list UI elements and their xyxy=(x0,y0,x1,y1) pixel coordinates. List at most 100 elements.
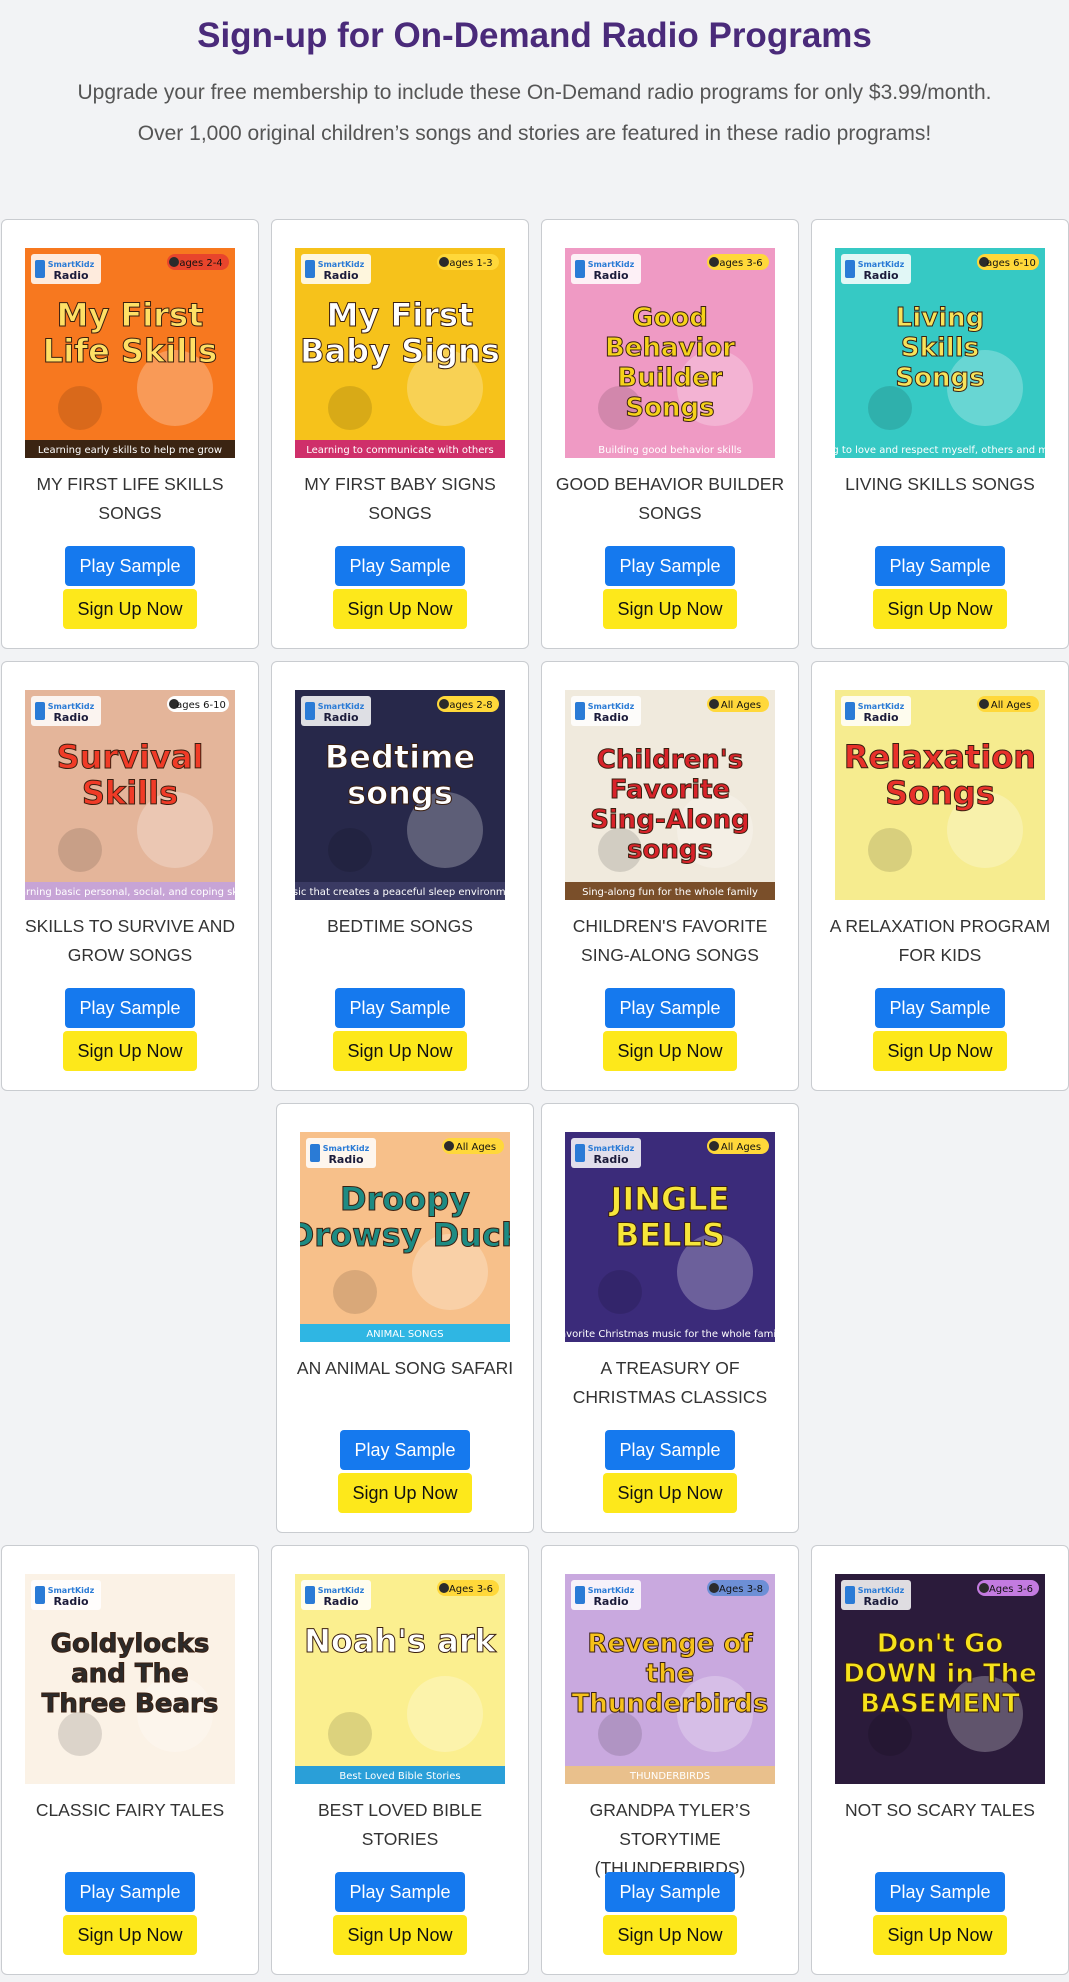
svg-text:ages 6-10: ages 6-10 xyxy=(986,258,1036,269)
album-cover-image[interactable]: SmartKidz Radio ages 6-10 Survival Skills… xyxy=(25,690,235,900)
svg-text:Baby Signs: Baby Signs xyxy=(300,332,500,370)
play-sample-button[interactable]: Play Sample xyxy=(340,1430,470,1470)
play-sample-button[interactable]: Play Sample xyxy=(65,546,195,586)
svg-text:Goldylocks: Goldylocks xyxy=(51,1629,210,1659)
svg-text:Sing-Along: Sing-Along xyxy=(590,805,750,835)
svg-text:Songs: Songs xyxy=(625,393,714,423)
program-card-my-first-baby-signs-songs: SmartKidz Radio ages 1-3 My First Baby Si… xyxy=(271,219,529,649)
svg-text:Radio: Radio xyxy=(593,269,629,282)
album-cover-image[interactable]: SmartKidz Radio ages 2-4 My First Life Sk… xyxy=(25,248,235,458)
sign-up-now-button[interactable]: Sign Up Now xyxy=(63,1031,197,1071)
svg-text:SmartKidz: SmartKidz xyxy=(318,1586,365,1595)
svg-text:Survival: Survival xyxy=(57,738,204,776)
svg-text:SmartKidz: SmartKidz xyxy=(588,260,635,269)
album-cover-image[interactable]: SmartKidz Radio Ages 3-6 Noah's ark Best… xyxy=(295,1574,505,1784)
svg-text:Learning to communicate with o: Learning to communicate with others xyxy=(306,445,494,456)
program-title: GOOD BEHAVIOR BUILDER SONGS xyxy=(555,474,785,523)
svg-text:All Ages: All Ages xyxy=(721,1142,761,1153)
play-sample-button[interactable]: Play Sample xyxy=(875,988,1005,1028)
play-sample-button[interactable]: Play Sample xyxy=(605,546,735,586)
play-sample-button[interactable]: Play Sample xyxy=(65,1872,195,1912)
sign-up-now-button[interactable]: Sign Up Now xyxy=(603,589,737,629)
svg-text:SmartKidz: SmartKidz xyxy=(588,702,635,711)
sign-up-now-button[interactable]: Sign Up Now xyxy=(873,1031,1007,1071)
svg-text:Droopy: Droopy xyxy=(340,1180,470,1218)
svg-text:Radio: Radio xyxy=(323,1595,359,1608)
program-title: GRANDPA TYLER’S STORYTIME (THUNDERBIRDS) xyxy=(589,1800,751,1878)
svg-text:SmartKidz: SmartKidz xyxy=(858,1586,905,1595)
svg-text:Skills: Skills xyxy=(901,333,979,363)
play-sample-button[interactable]: Play Sample xyxy=(65,988,195,1028)
svg-text:SmartKidz: SmartKidz xyxy=(588,1144,635,1153)
sign-up-now-button[interactable]: Sign Up Now xyxy=(333,589,467,629)
svg-text:Radio: Radio xyxy=(863,711,899,724)
svg-text:Ages 3-8: Ages 3-8 xyxy=(719,1584,763,1595)
program-title: CHILDREN'S FAVORITE SING-ALONG SONGS xyxy=(572,916,768,965)
album-cover-image[interactable]: SmartKidz Radio ages 3-6 Good Behavior Bui… xyxy=(565,248,775,458)
sign-up-now-button[interactable]: Sign Up Now xyxy=(603,1031,737,1071)
album-cover-image[interactable]: SmartKidz Radio Ages 3-6 Don't Go DOWN in… xyxy=(835,1574,1045,1784)
svg-text:Learning to love and respect m: Learning to love and respect myself, oth… xyxy=(835,445,1045,456)
svg-text:All Ages: All Ages xyxy=(991,700,1031,711)
play-sample-button[interactable]: Play Sample xyxy=(605,1872,735,1912)
svg-text:SmartKidz: SmartKidz xyxy=(318,260,365,269)
album-cover-image[interactable]: SmartKidz Radio Goldylocks and The Three B… xyxy=(25,1574,235,1784)
play-sample-button[interactable]: Play Sample xyxy=(335,546,465,586)
program-card-classic-fairy-tales: SmartKidz Radio Goldylocks and The Three B… xyxy=(1,1545,259,1975)
sign-up-now-button[interactable]: Sign Up Now xyxy=(63,589,197,629)
program-card-a-relaxation-program-for-kids: SmartKidz Radio All Ages Relaxation Songs… xyxy=(811,661,1069,1091)
program-title: CLASSIC FAIRY TALES xyxy=(35,1800,225,1820)
svg-text:songs: songs xyxy=(627,835,713,865)
play-sample-button[interactable]: Play Sample xyxy=(335,1872,465,1912)
play-sample-button[interactable]: Play Sample xyxy=(875,1872,1005,1912)
album-cover-image[interactable]: SmartKidz Radio Ages 3-8 Revenge of the Th… xyxy=(565,1574,775,1784)
play-sample-button[interactable]: Play Sample xyxy=(605,1430,735,1470)
svg-text:BELLS: BELLS xyxy=(615,1216,725,1254)
album-cover-image[interactable]: SmartKidz Radio All Ages Children's Favor… xyxy=(565,690,775,900)
sign-up-now-button[interactable]: Sign Up Now xyxy=(63,1915,197,1955)
sign-up-now-button[interactable]: Sign Up Now xyxy=(603,1915,737,1955)
album-cover-image[interactable]: SmartKidz Radio ages 6-10 Living Skills So… xyxy=(835,248,1045,458)
play-sample-button[interactable]: Play Sample xyxy=(605,988,735,1028)
album-cover-image[interactable]: SmartKidz Radio All Ages JINGLE BELLS Fav… xyxy=(565,1132,775,1342)
program-title: MY FIRST BABY SIGNS SONGS xyxy=(304,474,496,523)
svg-text:Sing-along fun for the whole f: Sing-along fun for the whole family xyxy=(582,887,758,898)
svg-text:SmartKidz: SmartKidz xyxy=(323,1144,370,1153)
play-sample-button[interactable]: Play Sample xyxy=(335,988,465,1028)
intro-line-2: Over 1,000 original children’s songs and… xyxy=(137,122,932,145)
svg-text:Learning early skills to help: Learning early skills to help me grow xyxy=(38,445,222,456)
album-cover-image[interactable]: SmartKidz Radio All Ages Relaxation Songs xyxy=(835,690,1045,900)
sign-up-now-button[interactable]: Sign Up Now xyxy=(333,1031,467,1071)
svg-text:My First: My First xyxy=(57,296,204,334)
svg-text:Thunderbirds: Thunderbirds xyxy=(572,1689,769,1719)
svg-text:Don't Go: Don't Go xyxy=(877,1629,1004,1659)
play-sample-button[interactable]: Play Sample xyxy=(875,546,1005,586)
program-card-skills-to-survive-and-grow-songs: SmartKidz Radio ages 6-10 Survival Skills… xyxy=(1,661,259,1091)
svg-text:Favorite Christmas music for t: Favorite Christmas music for the whole f… xyxy=(565,1329,775,1340)
sign-up-now-button[interactable]: Sign Up Now xyxy=(603,1473,737,1513)
sign-up-now-button[interactable]: Sign Up Now xyxy=(338,1473,472,1513)
svg-text:Children's: Children's xyxy=(597,745,743,775)
album-cover-image[interactable]: SmartKidz Radio ages 1-3 My First Baby Si… xyxy=(295,248,505,458)
program-title: LIVING SKILLS SONGS xyxy=(845,474,1035,494)
program-card-good-behavior-builder-songs: SmartKidz Radio ages 3-6 Good Behavior Bui… xyxy=(541,219,799,649)
svg-text:Radio: Radio xyxy=(328,1153,364,1166)
program-title: NOT SO SCARY TALES xyxy=(845,1800,1035,1820)
program-card-a-treasury-of-christmas-classics: SmartKidz Radio All Ages JINGLE BELLS Fav… xyxy=(541,1103,799,1533)
svg-text:Noah's ark: Noah's ark xyxy=(304,1622,497,1660)
album-cover-image[interactable]: SmartKidz Radio ages 2-8 Bedtimesongs Mu… xyxy=(295,690,505,900)
program-title: BEST LOVED BIBLE STORIES xyxy=(317,1800,483,1849)
sign-up-now-button[interactable]: Sign Up Now xyxy=(873,589,1007,629)
svg-text:SmartKidz: SmartKidz xyxy=(48,260,95,269)
program-card-best-loved-bible-stories: SmartKidz Radio Ages 3-6 Noah's ark Best… xyxy=(271,1545,529,1975)
sign-up-now-button[interactable]: Sign Up Now xyxy=(873,1915,1007,1955)
program-card-my-first-life-skills-songs: SmartKidz Radio ages 2-4 My First Life Sk… xyxy=(1,219,259,649)
svg-text:Radio: Radio xyxy=(53,269,89,282)
album-cover-image[interactable]: SmartKidz Radio All Ages Droopy Drowsy Du… xyxy=(300,1132,510,1342)
svg-text:Radio: Radio xyxy=(593,711,629,724)
svg-text:SmartKidz: SmartKidz xyxy=(858,702,905,711)
program-card-children-s-favorite-sing-along-songs: SmartKidz Radio All Ages Children's Favor… xyxy=(541,661,799,1091)
sign-up-now-button[interactable]: Sign Up Now xyxy=(333,1915,467,1955)
svg-text:Ages 3-6: Ages 3-6 xyxy=(449,1584,493,1595)
svg-text:ANIMAL SONGS: ANIMAL SONGS xyxy=(366,1329,443,1340)
